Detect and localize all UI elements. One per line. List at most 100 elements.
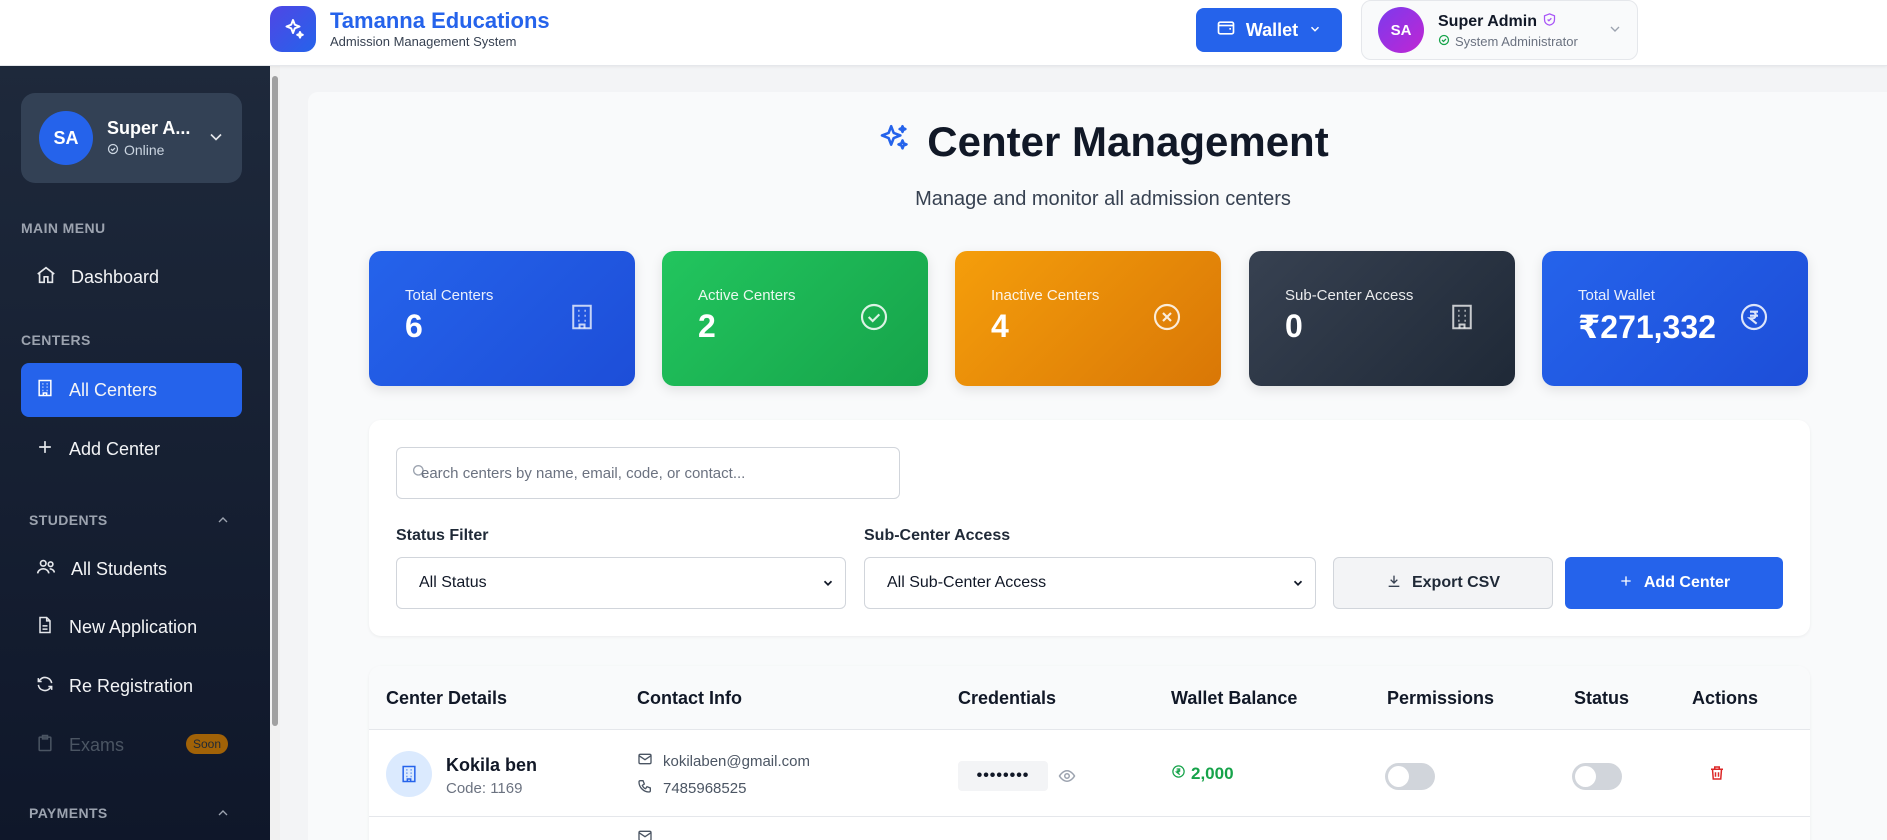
column-header: Wallet Balance — [1171, 688, 1298, 708]
check-circle-icon — [858, 301, 890, 338]
add-center-button[interactable]: Add Center — [1565, 557, 1783, 609]
brand[interactable]: Tamanna Educations Admission Management … — [270, 6, 550, 52]
table-row[interactable] — [369, 818, 1810, 840]
stat-label: Inactive Centers — [991, 287, 1100, 304]
stat-label: Total Wallet — [1578, 287, 1655, 304]
wallet-balance: 2,000 — [1191, 764, 1234, 783]
rupee-icon — [1738, 301, 1770, 338]
column-header: Credentials — [958, 688, 1057, 708]
sidebar-item-dashboard[interactable]: Dashboard — [21, 250, 242, 304]
sidebar-item-add-center[interactable]: Add Center — [21, 422, 242, 476]
stat-value: 0 — [1285, 308, 1303, 344]
sidebar-item-label: New Application — [69, 616, 198, 637]
brand-title: Tamanna Educations — [330, 8, 550, 33]
permissions-toggle[interactable] — [1385, 763, 1435, 790]
status-filter-select[interactable]: All Status — [396, 557, 846, 609]
clipboard-icon — [35, 733, 55, 758]
page-subtitle: Manage and monitor all admission centers — [915, 188, 1291, 210]
file-icon — [35, 615, 55, 640]
top-header: Tamanna Educations Admission Management … — [0, 0, 1887, 66]
section-label-text: STUDENTS — [29, 512, 108, 528]
password-field: •••••••• — [958, 761, 1048, 791]
soon-badge: Soon — [185, 734, 228, 754]
building-icon — [35, 378, 55, 403]
stat-label: Total Centers — [405, 287, 494, 304]
eye-icon[interactable] — [1058, 767, 1076, 790]
stat-card-total-wallet: Total Wallet ₹271,332 — [1542, 251, 1808, 386]
center-code: Code: 1169 — [446, 780, 523, 797]
avatar: SA — [39, 111, 93, 165]
stat-card-active-centers: Active Centers 2 — [662, 251, 928, 386]
section-label-centers: CENTERS — [21, 332, 91, 348]
search-input[interactable]: earch centers by name, email, code, or c… — [396, 447, 900, 499]
user-name: Super Admin — [1438, 12, 1537, 30]
table-header: Center Details Contact Info Credentials … — [369, 666, 1810, 730]
plus-icon — [35, 437, 55, 462]
table-row[interactable]: Kokila ben Code: 1169 kokilaben@gmail.co… — [369, 731, 1810, 817]
center-phone: 7485968525 — [663, 779, 747, 797]
stat-label: Sub-Center Access — [1285, 287, 1414, 304]
trash-icon[interactable] — [1708, 764, 1726, 787]
column-header: Permissions — [1387, 688, 1495, 708]
sparkles-icon — [877, 118, 911, 166]
download-icon — [1386, 573, 1402, 594]
sidebar-item-all-centers[interactable]: All Centers — [21, 363, 242, 417]
filter-panel: earch centers by name, email, code, or c… — [369, 420, 1810, 636]
sidebar-item-label: Re Registration — [69, 675, 194, 696]
plus-icon — [1618, 573, 1634, 594]
status-toggle[interactable] — [1572, 763, 1622, 790]
stat-value: 6 — [405, 308, 423, 344]
phone-icon — [637, 778, 653, 798]
wallet-label: Wallet — [1245, 19, 1299, 40]
users-icon — [35, 556, 57, 583]
column-header: Contact Info — [637, 688, 742, 708]
chevron-down-icon — [821, 576, 835, 595]
building-icon — [386, 751, 432, 797]
centers-table: Center Details Contact Info Credentials … — [369, 666, 1810, 840]
chevron-down-icon — [206, 127, 226, 152]
stat-value: 4 — [991, 308, 1009, 344]
center-email: kokilaben@gmail.com — [663, 752, 810, 770]
export-csv-label: Export CSV — [1411, 574, 1500, 591]
mail-icon — [637, 751, 653, 771]
sub-center-filter-select[interactable]: All Sub-Center Access — [864, 557, 1316, 609]
sidebar-item-label: Dashboard — [71, 266, 160, 287]
column-header: Actions — [1692, 688, 1759, 708]
avatar: SA — [1378, 7, 1424, 53]
chevron-up-icon — [215, 512, 231, 531]
center-name: Kokila ben — [446, 755, 538, 775]
sidebar-item-label: Add Center — [69, 438, 161, 459]
page-title: Center Management — [927, 118, 1329, 165]
chevron-down-icon — [1291, 576, 1305, 595]
section-label-students[interactable]: STUDENTS — [29, 512, 228, 528]
mail-icon — [637, 828, 653, 840]
stat-card-total-centers: Total Centers 6 — [369, 251, 635, 386]
sidebar-profile[interactable]: SA Super A... Online — [21, 93, 242, 183]
sidebar-scrollbar[interactable] — [270, 66, 280, 840]
profile-status: Online — [124, 142, 165, 158]
refresh-icon — [35, 674, 55, 699]
status-filter-label: Status Filter — [396, 527, 489, 544]
sidebar-item-all-students[interactable]: All Students — [21, 542, 242, 596]
export-csv-button[interactable]: Export CSV — [1333, 557, 1553, 609]
sidebar-item-re-registration[interactable]: Re Registration — [21, 659, 242, 713]
wallet-button[interactable]: Wallet — [1196, 8, 1342, 52]
stat-label: Active Centers — [698, 287, 796, 304]
search-placeholder: earch centers by name, email, code, or c… — [421, 464, 746, 482]
sidebar-item-exams: Exams Soon — [21, 718, 242, 772]
sidebar-item-label: All Centers — [69, 379, 158, 400]
user-menu[interactable]: SA Super Admin System Administrator — [1361, 0, 1638, 60]
section-label-payments[interactable]: PAYMENTS — [29, 805, 228, 821]
stat-card-sub-center-access: Sub-Center Access 0 — [1249, 251, 1515, 386]
status-filter-value: All Status — [419, 574, 487, 591]
chevron-up-icon — [215, 805, 231, 824]
sidebar-item-new-application[interactable]: New Application — [21, 600, 242, 654]
add-center-label: Add Center — [1643, 574, 1731, 591]
check-circle-icon — [1438, 34, 1450, 49]
wallet-icon — [1216, 18, 1236, 43]
sidebar-item-label: All Students — [71, 558, 168, 579]
section-label-main-menu: MAIN MENU — [21, 220, 106, 236]
sparkles-icon — [270, 6, 316, 52]
rupee-icon — [1171, 764, 1186, 784]
scrollbar-thumb[interactable] — [272, 76, 278, 726]
